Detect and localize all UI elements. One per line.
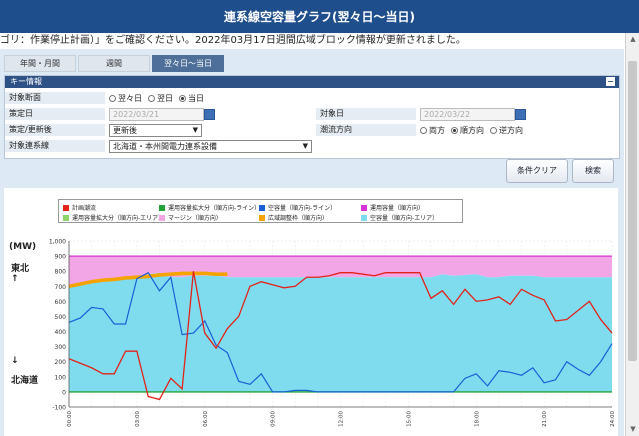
legend-label: 空容量（順方向-ライン）: [268, 205, 337, 212]
tab-annual-monthly[interactable]: 年間・月間: [4, 55, 76, 72]
title-bar: 連系線空容量グラフ(翌々日～当日): [0, 0, 639, 33]
legend-label: マージン（順方向）: [168, 215, 222, 222]
legend-item: 運用容量拡大分（順方向-ライン）: [159, 203, 260, 212]
legend-swatch: [361, 204, 367, 211]
legend-item: 広域調整枠（順方向）: [259, 213, 328, 222]
radio-both-directions[interactable]: 両方: [420, 125, 445, 136]
scroll-down-icon[interactable]: ▼: [629, 425, 637, 433]
legend-label: 広域調整枠（順方向）: [268, 215, 329, 222]
legend-swatch: [159, 204, 165, 211]
clear-conditions-button[interactable]: 条件クリア: [506, 159, 568, 183]
area-label-top: 東北: [11, 264, 30, 274]
chevron-down-icon: ▼: [302, 141, 308, 150]
window-title: 連系線空容量グラフ(翌々日～当日): [224, 10, 415, 24]
page-scrollbar[interactable]: ▲ ▼: [625, 33, 639, 436]
radio-label: 翌日: [157, 93, 173, 103]
interconnection-value: 北海道・本州間電力連系設備: [113, 141, 217, 151]
scroll-thumb[interactable]: [628, 61, 637, 361]
radio-selected-icon: [451, 126, 458, 134]
decided-date-label: 策定日: [5, 107, 105, 121]
legend-swatch: [159, 214, 165, 221]
target-date-label: 対象日: [316, 107, 416, 121]
decide-update-label: 策定/更新後: [5, 123, 105, 137]
target-date-input[interactable]: 2022/03/22: [420, 107, 526, 121]
search-button[interactable]: 検索: [572, 159, 614, 183]
radio-label: 当日: [188, 93, 204, 103]
radio-forward[interactable]: 順方向: [451, 125, 484, 136]
tab-two-days-to-today[interactable]: 翌々日～当日: [152, 55, 224, 72]
radio-label: 順方向: [460, 125, 484, 135]
area-label-bottom: 北海道: [11, 376, 39, 386]
legend-swatch: [259, 214, 265, 221]
key-info-title: キー情報: [10, 77, 42, 86]
legend-item: 空容量（順方向-エリア）: [361, 213, 438, 222]
target-section-label: 対象断面: [5, 91, 105, 105]
arrow-down-icon: ↓: [11, 356, 19, 366]
tab-weekly[interactable]: 週間: [78, 55, 150, 72]
interconnection-select[interactable]: 北海道・本州間電力連系設備 ▼: [109, 139, 312, 153]
radio-label: 翌々日: [118, 93, 142, 103]
legend-item: 計画潮流: [63, 203, 96, 212]
radio-circle-icon: [490, 126, 497, 134]
radio-reverse[interactable]: 逆方向: [490, 125, 523, 136]
decide-update-value: 更新後: [113, 125, 137, 135]
calendar-icon[interactable]: [515, 108, 526, 120]
scroll-up-icon[interactable]: ▲: [629, 35, 637, 43]
radio-circle-icon: [109, 94, 116, 102]
calendar-icon[interactable]: [204, 108, 215, 120]
decided-date-input[interactable]: 2022/03/21: [109, 107, 215, 121]
radio-label: 逆方向: [499, 125, 523, 135]
legend-label: 運用容量（順方向）: [370, 205, 425, 212]
legend-item: 運用容量拡大分（順方向-エリア）: [63, 213, 164, 222]
collapse-icon[interactable]: −: [606, 77, 615, 86]
interconnection-label: 対象連系線: [5, 139, 105, 153]
legend-swatch: [63, 204, 69, 211]
radio-today[interactable]: 当日: [179, 93, 204, 104]
legend-item: 運用容量（順方向）: [361, 203, 424, 212]
radio-next-day[interactable]: 翌日: [148, 93, 173, 104]
chevron-down-icon: ▼: [192, 125, 198, 134]
arrow-up-icon: ↑: [11, 274, 19, 284]
legend-item: マージン（順方向）: [159, 213, 222, 222]
unit-label: (MW): [9, 242, 37, 252]
legend-label: 運用容量拡大分（順方向-エリア）: [72, 215, 165, 222]
legend-label: 空容量（順方向-エリア）: [370, 215, 439, 222]
update-notice: ゴリ：作業停止計画）」をご確認ください。2022年03月17日週間広域ブロック情…: [0, 33, 625, 49]
legend-swatch: [361, 214, 367, 221]
target-date-value: 2022/03/22: [424, 109, 471, 119]
legend-item: 空容量（順方向-ライン）: [259, 203, 336, 212]
flow-direction-label: 潮流方向: [316, 123, 416, 137]
radio-circle-icon: [148, 94, 155, 102]
period-tabs: 年間・月間 週間 翌々日～当日: [4, 55, 224, 72]
radio-two-days-ahead[interactable]: 翌々日: [109, 93, 142, 104]
legend-label: 運用容量拡大分（順方向-ライン）: [168, 205, 261, 212]
radio-selected-icon: [179, 94, 186, 102]
chart-legend: 計画潮流 運用容量拡大分（順方向-ライン） 空容量（順方向-ライン） 運用容量（…: [58, 199, 463, 223]
decided-date-value: 2022/03/21: [113, 109, 160, 119]
key-info-header: キー情報 −: [5, 76, 619, 88]
radio-label: 両方: [429, 125, 445, 135]
decide-update-select[interactable]: 更新後 ▼: [109, 123, 202, 137]
chart-area: [4, 188, 618, 436]
legend-swatch: [259, 204, 265, 211]
radio-circle-icon: [420, 126, 427, 134]
legend-swatch: [63, 214, 69, 221]
legend-label: 計画潮流: [72, 205, 97, 212]
